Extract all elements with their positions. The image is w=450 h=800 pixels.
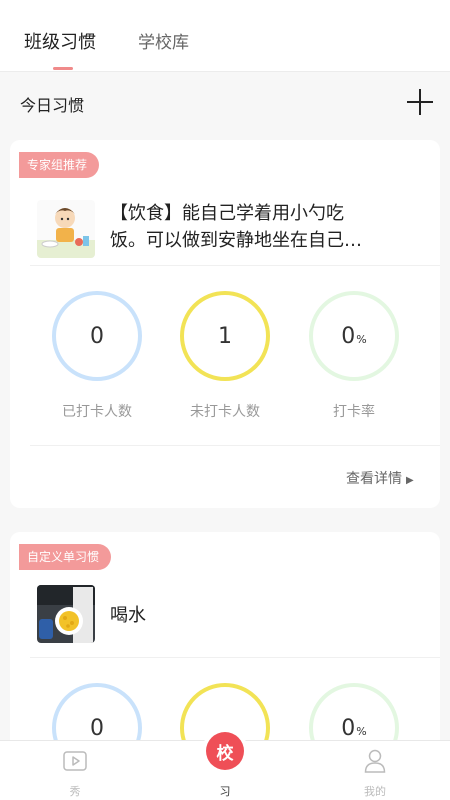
divider [30, 265, 440, 266]
nav-label-mine: 我的 [364, 785, 386, 798]
habit-description-line-1: 【饮食】能自己学着用小勺吃 [110, 203, 344, 224]
nav-item-mine[interactable]: 我的 [330, 741, 420, 800]
video-play-icon [63, 751, 87, 771]
custom-tag: 自定义单习惯 [19, 544, 112, 570]
nav-label-habit: 习 [219, 785, 231, 798]
tab-class-habits[interactable]: 班级习惯 [24, 28, 96, 54]
habit-description-line-2: 饭。可以做到安静地坐在自己… [110, 230, 362, 251]
habit-card[interactable]: 自定义单习惯 喝水 0 0% [10, 532, 440, 773]
today-title: 今日习惯 [20, 96, 85, 115]
percent-unit: % [356, 724, 367, 738]
view-details-label: 查看详情 [346, 471, 402, 487]
habit-image [37, 585, 95, 643]
not-checked-in-count: 1 [218, 323, 232, 349]
divider [30, 445, 440, 446]
active-tab-indicator [53, 67, 73, 70]
checked-in-count: 0 [90, 715, 104, 741]
habit-image [37, 200, 95, 258]
checkin-rate: 0 [341, 323, 356, 349]
checkin-rate-label: 打卡率 [333, 404, 375, 420]
checkin-rate: 0 [341, 715, 356, 741]
expert-tag: 专家组推荐 [19, 152, 100, 178]
not-checked-in-count-ring: 1 [180, 291, 270, 381]
percent-unit: % [356, 332, 367, 346]
today-header: 今日习惯 [0, 72, 450, 134]
add-habit-button[interactable] [407, 89, 433, 115]
checked-in-count: 0 [90, 323, 104, 349]
nav-item-show[interactable]: 秀 [30, 741, 120, 800]
checked-in-count-ring: 0 [52, 291, 142, 381]
habit-description[interactable]: 【饮食】能自己学着用小勺吃 饭。可以做到安静地坐在自己… [110, 200, 362, 254]
checked-in-label: 已打卡人数 [62, 404, 132, 420]
habit-card[interactable]: 专家组推荐 【饮食】能自己学着用小勺吃 饭。可以做到安静地坐在自己… 0 1 0… [10, 140, 440, 508]
divider [30, 657, 440, 658]
school-icon[interactable]: 校 [206, 732, 244, 770]
checkin-rate-ring: 0% [309, 291, 399, 381]
user-icon [364, 749, 386, 773]
triangle-right-icon: ▶ [406, 475, 414, 486]
nav-label-show: 秀 [69, 785, 81, 798]
tab-school-library[interactable]: 学校库 [138, 28, 189, 53]
not-checked-in-label: 未打卡人数 [190, 404, 260, 420]
top-tab-bar: 班级习惯 学校库 [0, 0, 450, 72]
habit-description[interactable]: 喝水 [110, 602, 146, 629]
view-details-link[interactable]: 查看详情 ▶ [346, 468, 414, 488]
